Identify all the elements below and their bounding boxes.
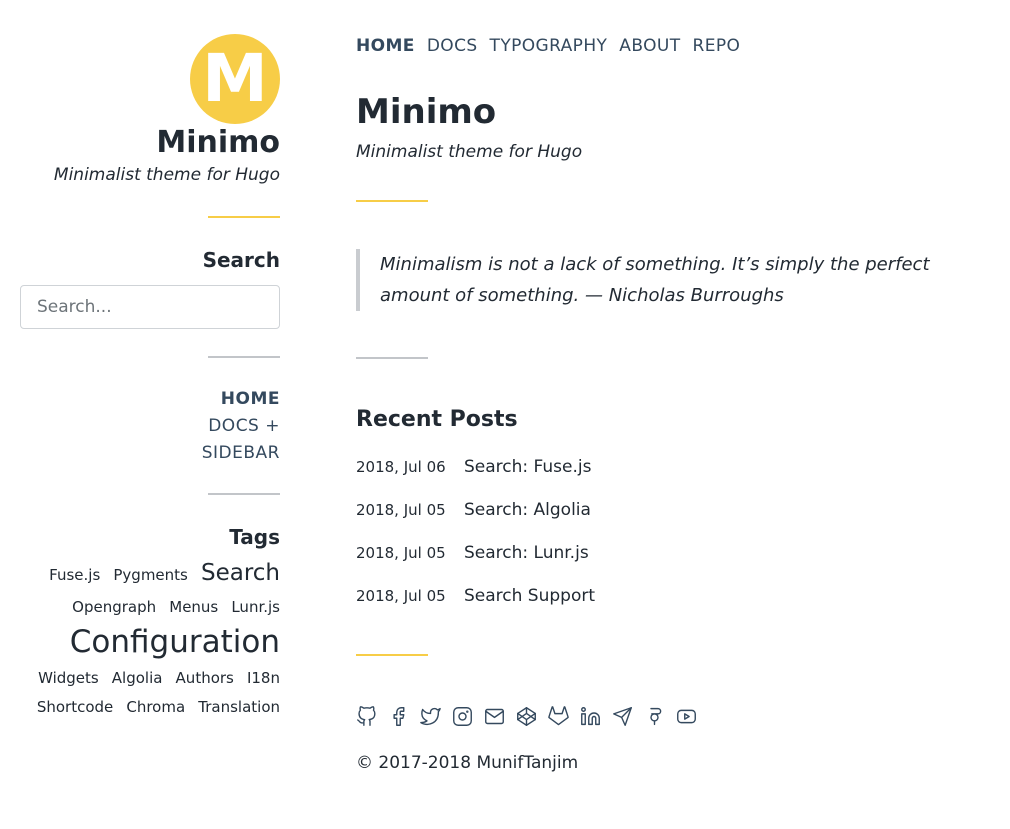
nav-item-repo[interactable]: REPO (693, 36, 741, 56)
search-widget-heading: Search (202, 248, 280, 272)
nav-item-about[interactable]: ABOUT (619, 36, 680, 56)
post-title-link[interactable]: Search: Algolia (464, 500, 591, 520)
tag-link[interactable]: Chroma (126, 700, 185, 715)
sidebar-divider (208, 356, 280, 358)
tag-link[interactable]: I18n (247, 671, 280, 686)
tag-link[interactable]: Pygments (113, 568, 188, 583)
post-date: 2018, Jul 05 (356, 501, 446, 519)
google-plus-icon[interactable] (644, 706, 665, 727)
tag-link[interactable]: Opengraph (72, 600, 156, 615)
sidebar-divider (208, 216, 280, 218)
search-input[interactable] (20, 285, 280, 329)
page-subtitle: Minimalist theme for Hugo (356, 142, 583, 162)
twitter-icon[interactable] (420, 706, 441, 727)
tag-link[interactable]: Translation (198, 700, 280, 715)
post-date: 2018, Jul 05 (356, 587, 446, 605)
tag-cloud: Fuse.js Pygments Search Opengraph Menus … (20, 562, 280, 715)
email-icon[interactable] (484, 706, 505, 727)
social-links (356, 706, 996, 727)
list-item: 2018, Jul 05 Search Support (356, 586, 996, 606)
sidebar-item-docs[interactable]: DOCS + (20, 413, 280, 440)
post-title-link[interactable]: Search: Lunr.js (464, 543, 589, 563)
page-title: Minimo (356, 92, 497, 132)
post-date: 2018, Jul 05 (356, 544, 446, 562)
github-icon[interactable] (356, 706, 377, 727)
tag-link[interactable]: Lunr.js (231, 600, 280, 615)
post-title-link[interactable]: Search Support (464, 586, 595, 606)
post-date: 2018, Jul 06 (356, 458, 446, 476)
copyright: © 2017-2018 MunifTanjim (356, 753, 579, 773)
logo-letter: M (202, 40, 268, 117)
top-nav: HOME DOCS TYPOGRAPHY ABOUT REPO (356, 36, 996, 56)
site-name[interactable]: Minimo (20, 126, 280, 160)
recent-posts-list: 2018, Jul 06 Search: Fuse.js 2018, Jul 0… (356, 457, 996, 606)
youtube-icon[interactable] (676, 706, 697, 727)
tag-link[interactable]: Widgets (38, 671, 99, 686)
nav-item-home[interactable]: HOME (356, 36, 415, 56)
gitlab-icon[interactable] (548, 706, 569, 727)
nav-item-typography[interactable]: TYPOGRAPHY (490, 36, 608, 56)
sidebar-menu: HOME DOCS + SIDEBAR (20, 386, 280, 467)
telegram-icon[interactable] (612, 706, 633, 727)
tag-link[interactable]: Authors (176, 671, 234, 686)
content-divider (356, 654, 428, 656)
recent-posts-heading: Recent Posts (356, 407, 518, 432)
facebook-icon[interactable] (388, 706, 409, 727)
post-title-link[interactable]: Search: Fuse.js (464, 457, 591, 477)
content-divider (356, 200, 428, 202)
nav-item-docs[interactable]: DOCS (427, 36, 478, 56)
sidebar-divider (208, 493, 280, 495)
main-content: HOME DOCS TYPOGRAPHY ABOUT REPO Minimo M… (356, 36, 996, 773)
codepen-icon[interactable] (516, 706, 537, 727)
sidebar: M Minimo Minimalist theme for Hugo Searc… (20, 34, 280, 715)
sidebar-item-home[interactable]: HOME (20, 386, 280, 413)
tag-link[interactable]: Algolia (112, 671, 163, 686)
tag-link[interactable]: Shortcode (37, 700, 113, 715)
instagram-icon[interactable] (452, 706, 473, 727)
tag-link[interactable]: Fuse.js (49, 568, 100, 583)
tag-link[interactable]: Menus (169, 600, 218, 615)
list-item: 2018, Jul 05 Search: Algolia (356, 500, 996, 520)
sidebar-item-sidebar[interactable]: SIDEBAR (20, 440, 280, 467)
site-tagline: Minimalist theme for Hugo (53, 165, 280, 185)
tags-widget-heading: Tags (229, 525, 280, 549)
linkedin-icon[interactable] (580, 706, 601, 727)
tag-link[interactable]: Configuration (70, 627, 280, 658)
list-item: 2018, Jul 05 Search: Lunr.js (356, 543, 996, 563)
tag-link[interactable]: Search (201, 562, 280, 585)
logo[interactable]: M (190, 34, 280, 124)
list-item: 2018, Jul 06 Search: Fuse.js (356, 457, 996, 477)
content-divider (356, 357, 428, 359)
quote: Minimalism is not a lack of something. I… (356, 249, 996, 311)
